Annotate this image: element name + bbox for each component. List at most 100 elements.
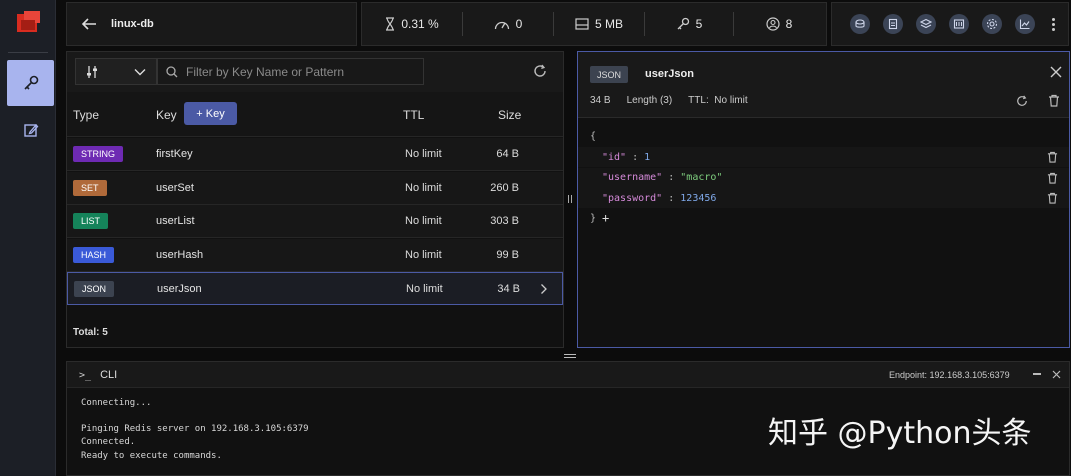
memory-icon — [575, 18, 589, 30]
column-type: Type — [73, 108, 100, 122]
vertical-resize-handle[interactable] — [567, 195, 573, 203]
close-icon[interactable] — [1050, 66, 1062, 78]
search-icon — [166, 65, 178, 77]
back-arrow-icon[interactable] — [81, 17, 97, 31]
cli-output-line: Pinging Redis server on 192.168.3.105:63… — [81, 424, 309, 434]
json-field-key: "id" — [602, 151, 627, 163]
database-header: linux-db — [66, 2, 357, 46]
hourglass-icon — [386, 17, 395, 31]
json-field-value[interactable]: "macro" — [680, 172, 722, 183]
json-colon: : — [626, 151, 645, 163]
key-ttl: No limit — [406, 283, 443, 295]
column-size: Size — [498, 108, 522, 122]
key-name: userSet — [156, 181, 194, 194]
analysis-icon[interactable] — [850, 14, 870, 34]
key-type-badge: JSON — [590, 66, 628, 83]
key-type-filter[interactable] — [75, 58, 157, 85]
minimize-icon[interactable] — [1033, 373, 1041, 375]
sidebar-item-workbench[interactable] — [7, 110, 54, 150]
key-meta: 34 B Length (3) TTL: No limit — [590, 95, 748, 106]
cpu-stat: 0.31 % — [362, 12, 462, 36]
key-ttl[interactable]: TTL: No limit — [688, 95, 747, 106]
layers-icon[interactable] — [916, 14, 936, 34]
key-row[interactable]: STRING firstKey No limit 64 B — [67, 138, 563, 171]
add-field-icon[interactable]: + — [602, 211, 609, 225]
memory-stat: 5 MB — [554, 12, 644, 36]
sidebar-divider — [8, 52, 48, 53]
key-icon — [677, 17, 689, 30]
type-badge: JSON — [74, 281, 115, 297]
key-list-header: Type Key + Key TTL Size — [67, 92, 563, 137]
more-menu-icon[interactable] — [1048, 17, 1058, 31]
cli-output-line: Connected. — [81, 437, 136, 447]
clients-stat: 8 — [734, 12, 824, 36]
sidebar-item-browser[interactable] — [7, 60, 54, 106]
total-count: Total: 5 — [73, 327, 108, 338]
ops-stat: 0 — [463, 12, 553, 36]
cli-title[interactable]: >_ CLI — [79, 369, 117, 381]
key-length: Length (3) — [626, 95, 673, 106]
key-size: 99 B — [496, 248, 519, 261]
delete-key-icon[interactable] — [1048, 94, 1060, 107]
cli-output-line: Ready to execute commands. — [81, 451, 222, 461]
chart-icon[interactable] — [1015, 14, 1035, 34]
edit-icon — [23, 124, 38, 137]
keys-stat: 5 — [645, 12, 733, 36]
delete-field-icon[interactable] — [1047, 192, 1058, 204]
key-row[interactable]: LIST userList No limit 303 B — [67, 205, 563, 238]
cli-output-line: Connecting... — [81, 398, 152, 408]
key-size: 260 B — [490, 181, 519, 194]
json-field-key: "username" — [602, 172, 663, 183]
json-viewer: { "id" : 1 "username" : "macro" "password"… — [578, 118, 1069, 347]
json-colon: : — [662, 192, 681, 204]
sidebar — [0, 0, 56, 476]
details-header: JSON userJson 34 B Length (3) TTL: No li… — [578, 52, 1069, 118]
refresh-icon[interactable] — [1016, 95, 1028, 107]
close-icon[interactable] — [1052, 370, 1061, 379]
json-open-brace: { — [590, 130, 597, 142]
json-field[interactable]: "id" : 1 — [578, 147, 1069, 167]
key-list-panel: Type Key + Key TTL Size STRING firstKey No… — [66, 51, 564, 348]
key-details-panel: JSON userJson 34 B Length (3) TTL: No li… — [577, 51, 1070, 348]
column-ttl: TTL — [403, 108, 425, 122]
user-icon — [766, 17, 780, 31]
horizontal-resize-handle[interactable] — [564, 350, 576, 358]
key-size: 34 B — [590, 95, 611, 106]
json-colon: : — [662, 172, 681, 183]
json-field[interactable]: "password" : 123456 — [578, 188, 1069, 208]
cli-endpoint: Endpoint: 192.168.3.105:6379 — [889, 370, 1010, 380]
tools-bar — [831, 2, 1069, 46]
delete-field-icon[interactable] — [1047, 151, 1058, 163]
key-ttl: No limit — [405, 215, 442, 227]
settings-gear-icon[interactable] — [982, 14, 1002, 34]
redis-logo-icon[interactable] — [14, 8, 44, 38]
refresh-icon[interactable] — [533, 64, 549, 80]
terminal-prompt-icon: >_ — [79, 370, 92, 381]
type-badge: HASH — [73, 246, 115, 263]
bulk-actions-icon[interactable] — [883, 14, 903, 34]
key-size: 303 B — [490, 215, 519, 227]
gauge-icon — [494, 21, 509, 30]
key-ttl: No limit — [405, 148, 442, 160]
chevron-right-icon — [540, 283, 548, 298]
watermark: 知乎 @Python头条 — [768, 416, 1032, 451]
key-row[interactable]: SET userSet No limit 260 B — [67, 171, 563, 205]
search-field — [157, 58, 424, 85]
stats-bar: 0.31 % 0 5 MB 5 8 — [361, 2, 827, 46]
key-row[interactable]: JSON userJson No limit 34 B — [67, 272, 563, 305]
json-field-value[interactable]: 123456 — [680, 193, 716, 204]
key-name[interactable]: userJson — [645, 68, 694, 80]
json-field[interactable]: "username" : "macro" — [578, 167, 1069, 188]
key-ttl: No limit — [405, 181, 442, 194]
database-name: linux-db — [111, 18, 154, 30]
slowlog-icon[interactable] — [949, 14, 969, 34]
key-name: userList — [156, 215, 195, 227]
json-field-key: "password" — [602, 192, 663, 204]
delete-field-icon[interactable] — [1047, 172, 1058, 184]
add-key-button[interactable]: + Key — [184, 102, 237, 125]
type-badge: LIST — [73, 213, 109, 229]
search-input[interactable] — [186, 64, 416, 79]
json-field-value[interactable]: 1 — [644, 152, 650, 163]
chevron-down-icon — [134, 68, 146, 75]
key-row[interactable]: HASH userHash No limit 99 B — [67, 238, 563, 272]
